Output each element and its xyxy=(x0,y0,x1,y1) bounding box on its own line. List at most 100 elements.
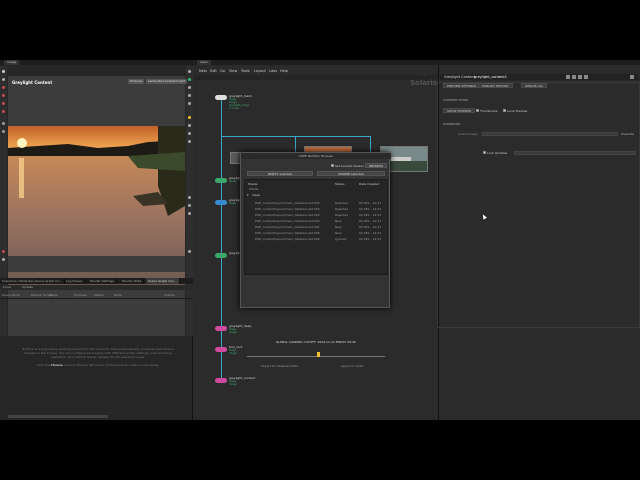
node-tool-rect[interactable] xyxy=(215,347,227,352)
set-version-checkbox[interactable] xyxy=(331,164,334,167)
lock-updates-field[interactable] xyxy=(514,151,636,155)
lock-updates-checkbox[interactable]: Lock Updates xyxy=(483,151,507,155)
loading-cutoff-label: GLOBAL LOADING CUTOFF: 2024-11-12 FRIDAY… xyxy=(276,340,356,344)
select-tool-icon[interactable] xyxy=(2,70,5,73)
col-status[interactable]: Status xyxy=(94,293,104,297)
col-stage[interactable]: Stage xyxy=(49,293,58,297)
node-greylight-ready[interactable] xyxy=(215,178,227,183)
thumbnails-label: Thumbnails xyxy=(479,109,498,113)
node-greylight-load[interactable] xyxy=(215,95,227,100)
local-label[interactable]: Local xyxy=(3,285,11,290)
scale-tool-icon[interactable] xyxy=(2,94,5,97)
thumbnails-checkbox[interactable]: Thumbnails xyxy=(476,109,497,113)
import-selected-date-button[interactable]: Import for Selected Date xyxy=(261,364,298,368)
settings-gear-icon[interactable] xyxy=(188,250,191,253)
menu-labs[interactable]: Labs xyxy=(269,68,277,74)
menu-go[interactable]: Go xyxy=(220,68,225,74)
lighting-icon[interactable] xyxy=(188,78,191,81)
col-scene-node[interactable]: Scene Node xyxy=(2,293,20,297)
update-label[interactable]: Update xyxy=(22,285,33,290)
ignore-selected-button[interactable]: IGNORE selected xyxy=(317,171,385,176)
view-tool-icon[interactable] xyxy=(2,130,5,133)
menu-view[interactable]: View xyxy=(229,68,237,74)
override-button[interactable]: Override xyxy=(621,132,634,136)
tab-log-viewer[interactable]: Log Viewer xyxy=(64,278,86,284)
wireframe-icon[interactable] xyxy=(188,140,191,143)
menu-edit[interactable]: Edit xyxy=(210,68,217,74)
light-bulb-icon[interactable] xyxy=(188,116,191,119)
photos-button[interactable]: Photo(s) xyxy=(128,79,145,84)
tab-render-settings[interactable]: Render Settings xyxy=(88,278,117,284)
lock-icon[interactable] xyxy=(578,75,582,79)
help-icon[interactable] xyxy=(572,75,576,79)
display-options-icon[interactable] xyxy=(188,70,191,73)
camera-icon[interactable] xyxy=(2,258,5,261)
ambient-light-button[interactable]: Laminated Ambient light xyxy=(146,79,188,84)
snap-tool-icon[interactable] xyxy=(2,122,5,125)
apply-slider-button[interactable]: Apply for slider xyxy=(341,364,364,368)
tab-scene-graph-co[interactable]: Scene Graph Co... xyxy=(33,278,65,284)
local-preview-checkbox[interactable]: Local Preview xyxy=(503,109,527,113)
row-date: 02-SE1 - 12:21 xyxy=(359,237,382,241)
tab-image-viewer[interactable]: image xyxy=(4,60,20,65)
camera-view-icon[interactable] xyxy=(188,132,191,135)
snapshot-icon[interactable] xyxy=(188,204,191,207)
refresh-button[interactable]: REFRESH xyxy=(365,163,387,168)
preview-settings-button[interactable]: PREVIEW SETTINGS xyxy=(443,83,481,88)
menu-tools[interactable]: Tools xyxy=(241,68,250,74)
viewer-tab-bar: image xyxy=(0,60,193,65)
node-greylight-deep[interactable] xyxy=(215,326,227,331)
horizontal-scrollbar[interactable] xyxy=(8,415,108,418)
tab-main-network[interactable]: main xyxy=(197,60,211,65)
date-slider-track[interactable] xyxy=(247,356,385,357)
checkbox-icon[interactable] xyxy=(483,151,486,154)
tab-render-stats[interactable]: Render Stats xyxy=(120,278,145,284)
node-greylight-stage[interactable] xyxy=(215,200,227,205)
menu-layout[interactable]: Layout xyxy=(254,68,266,74)
parameter-panel-frame xyxy=(437,82,640,328)
shading-icon[interactable] xyxy=(188,86,191,89)
group-ideas[interactable]: ▾ Ideas xyxy=(245,192,389,198)
node-greylight-content[interactable] xyxy=(215,378,227,383)
menu-nets[interactable]: Nets xyxy=(199,68,207,74)
reject-selected-button[interactable]: REJECT selected xyxy=(247,171,313,176)
grid-icon[interactable] xyxy=(188,94,191,97)
menu-help[interactable]: Help xyxy=(280,68,288,74)
handle-tool-icon[interactable] xyxy=(2,102,5,105)
move-tool-icon[interactable] xyxy=(2,78,5,81)
expand-arrow-icon[interactable]: ▾ xyxy=(247,192,249,198)
col-cutline[interactable]: Cutline xyxy=(164,293,175,297)
expand-icon[interactable] xyxy=(630,75,634,79)
local-preview-label: Local Preview xyxy=(506,109,528,113)
update-all-button[interactable]: UPDATE ALL xyxy=(521,83,548,88)
render-region-icon[interactable] xyxy=(188,196,191,199)
set-version-label: Set Current Version xyxy=(334,164,365,168)
checkbox-icon[interactable] xyxy=(476,109,479,112)
export-icon[interactable] xyxy=(188,212,191,215)
geometry-icon[interactable] xyxy=(188,124,191,127)
gear-icon[interactable] xyxy=(566,75,570,79)
show-filtered-button[interactable]: SHOW FILTERED xyxy=(443,108,476,113)
node-name-field[interactable]: greylight_content1 xyxy=(474,74,507,80)
record-icon[interactable] xyxy=(2,250,5,253)
scene-image-field[interactable] xyxy=(482,132,618,136)
col-progress[interactable]: Progress xyxy=(74,293,87,297)
node-type-label: Greylight Content xyxy=(444,75,476,79)
checkbox-icon[interactable] xyxy=(503,109,506,112)
node-greylight-output[interactable] xyxy=(215,253,227,258)
list-row[interactable]: DSE_content/layout/main_detailed.usd.004… xyxy=(245,236,389,242)
tab-scene-graph-content[interactable]: Scene Graph Con... xyxy=(146,278,180,284)
node-sub-line: Image xyxy=(229,352,237,355)
date-slider-handle[interactable] xyxy=(317,352,320,357)
set-current-version[interactable]: Set Current Version xyxy=(331,164,364,168)
row-status: Ignored xyxy=(335,237,347,241)
publish-history-button[interactable]: PUBLISH HISTORY xyxy=(478,83,513,88)
col-node[interactable]: Node xyxy=(114,293,122,297)
parameter-header: Greylight Content greylight_content1 xyxy=(440,74,638,80)
pin-icon[interactable] xyxy=(584,75,588,79)
pose-tool-icon[interactable] xyxy=(2,110,5,113)
guide-icon[interactable] xyxy=(188,102,191,105)
rotate-tool-icon[interactable] xyxy=(2,86,5,89)
window-controls-icon[interactable]: · · · xyxy=(244,155,249,158)
node-wire-branch xyxy=(221,136,371,137)
